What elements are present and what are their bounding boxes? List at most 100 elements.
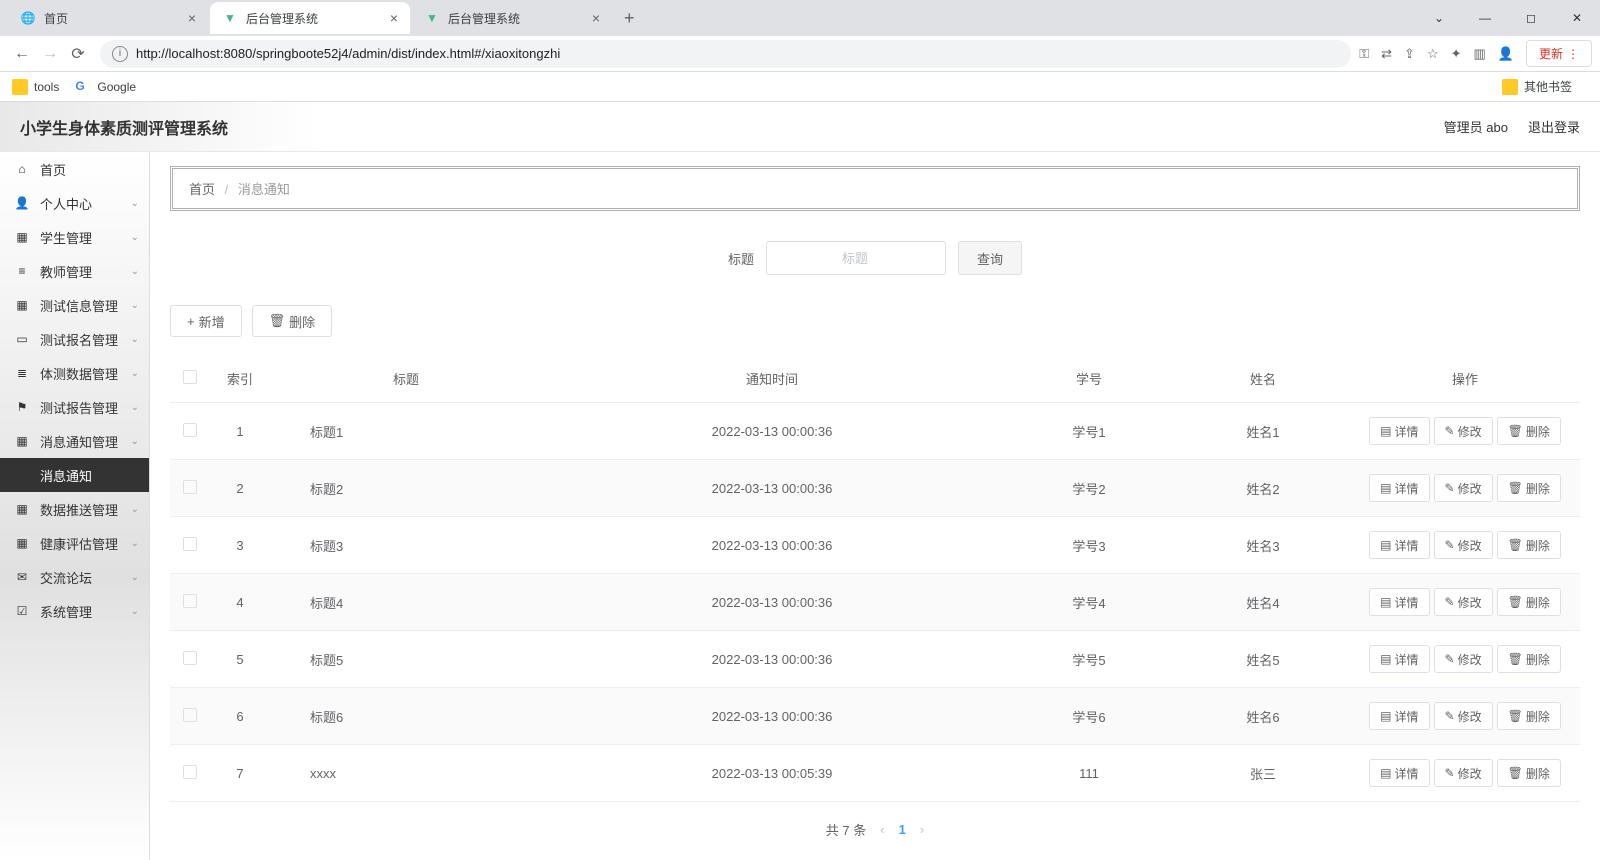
translate-icon[interactable]: ⇄ bbox=[1381, 46, 1392, 62]
cell-name: 姓名5 bbox=[1176, 631, 1350, 688]
edit-button[interactable]: ✎修改 bbox=[1434, 417, 1493, 445]
add-button[interactable]: +新增 bbox=[170, 305, 242, 337]
select-all-checkbox[interactable] bbox=[183, 370, 197, 384]
tab-admin-active[interactable]: ▼ 后台管理系统 × bbox=[210, 2, 410, 34]
search-input[interactable] bbox=[766, 241, 946, 275]
breadcrumb-home[interactable]: 首页 bbox=[189, 182, 215, 197]
row-delete-button[interactable]: 🗑删除 bbox=[1497, 588, 1561, 616]
key-icon[interactable]: ⚿ bbox=[1359, 46, 1369, 62]
detail-button[interactable]: ▤详情 bbox=[1369, 759, 1429, 787]
row-checkbox[interactable] bbox=[183, 594, 197, 608]
sidebar-item-9[interactable]: 消息通知 bbox=[0, 458, 149, 492]
close-icon[interactable]: × bbox=[188, 10, 196, 26]
panel-icon[interactable]: ▥ bbox=[1474, 46, 1486, 62]
chevron-down-icon: ⌄ bbox=[131, 334, 139, 345]
content: 首页 / 消息通知 标题 ⌕ 查询 +新增 🗑删除 bbox=[150, 152, 1600, 860]
cell-time: 2022-03-13 00:00:36 bbox=[542, 688, 1002, 745]
cell-name: 张三 bbox=[1176, 745, 1350, 802]
reload-button[interactable]: ⟳ bbox=[64, 40, 92, 68]
update-button[interactable]: 更新 ⋮ bbox=[1526, 40, 1592, 67]
back-button[interactable]: ← bbox=[8, 40, 36, 68]
tab-admin-2[interactable]: ▼ 后台管理系统 × bbox=[412, 2, 612, 34]
detail-button[interactable]: ▤详情 bbox=[1369, 417, 1429, 445]
sidebar-item-11[interactable]: ▦健康评估管理⌄ bbox=[0, 526, 149, 560]
row-checkbox[interactable] bbox=[183, 423, 197, 437]
edit-button[interactable]: ✎修改 bbox=[1434, 759, 1493, 787]
dropdown-icon[interactable]: ⌄ bbox=[1416, 0, 1462, 36]
col-actions: 操作 bbox=[1350, 355, 1580, 403]
cell-name: 姓名3 bbox=[1176, 517, 1350, 574]
detail-button[interactable]: ▤详情 bbox=[1369, 588, 1429, 616]
edit-button[interactable]: ✎修改 bbox=[1434, 702, 1493, 730]
row-delete-button[interactable]: 🗑删除 bbox=[1497, 759, 1561, 787]
page-current[interactable]: 1 bbox=[899, 822, 906, 837]
app: 小学生身体素质测评管理系统 管理员 abo 退出登录 ⌂首页👤个人中心⌄▦学生管… bbox=[0, 102, 1600, 860]
logout-link[interactable]: 退出登录 bbox=[1528, 117, 1580, 136]
bookmark-google[interactable]: G Google bbox=[75, 79, 136, 95]
share-icon[interactable]: ⇪ bbox=[1404, 46, 1415, 62]
sidebar-item-4[interactable]: ▦测试信息管理⌄ bbox=[0, 288, 149, 322]
detail-button[interactable]: ▤详情 bbox=[1369, 645, 1429, 673]
sidebar-item-6[interactable]: ≣体测数据管理⌄ bbox=[0, 356, 149, 390]
trash-icon: 🗑 bbox=[1508, 538, 1523, 552]
row-checkbox[interactable] bbox=[183, 708, 197, 722]
sidebar-item-13[interactable]: ☑系统管理⌄ bbox=[0, 594, 149, 628]
bookmark-tools[interactable]: tools bbox=[12, 79, 59, 95]
edit-button[interactable]: ✎修改 bbox=[1434, 531, 1493, 559]
tab-home[interactable]: 🌐 首页 × bbox=[8, 2, 208, 34]
edit-icon: ✎ bbox=[1445, 709, 1455, 723]
bookmark-label: tools bbox=[34, 80, 59, 94]
cell-index: 2 bbox=[210, 460, 270, 517]
sidebar-item-5[interactable]: ▭测试报名管理⌄ bbox=[0, 322, 149, 356]
star-icon[interactable]: ☆ bbox=[1427, 46, 1439, 62]
sidebar-item-10[interactable]: ▦数据推送管理⌄ bbox=[0, 492, 149, 526]
maximize-button[interactable]: ◻ bbox=[1508, 0, 1554, 36]
cell-name: 姓名4 bbox=[1176, 574, 1350, 631]
sidebar-item-7[interactable]: ⚑测试报告管理⌄ bbox=[0, 390, 149, 424]
row-checkbox[interactable] bbox=[183, 537, 197, 551]
edit-button[interactable]: ✎修改 bbox=[1434, 474, 1493, 502]
detail-button[interactable]: ▤详情 bbox=[1369, 702, 1429, 730]
new-tab-button[interactable]: + bbox=[614, 4, 645, 33]
row-delete-button[interactable]: 🗑删除 bbox=[1497, 417, 1561, 445]
delete-button[interactable]: 🗑删除 bbox=[252, 305, 333, 337]
row-checkbox[interactable] bbox=[183, 765, 197, 779]
edit-button[interactable]: ✎修改 bbox=[1434, 588, 1493, 616]
close-icon[interactable]: × bbox=[592, 10, 600, 26]
site-info-icon[interactable]: i bbox=[112, 46, 128, 62]
close-icon[interactable]: × bbox=[390, 10, 398, 26]
cell-sid: 111 bbox=[1002, 745, 1176, 802]
sidebar-item-12[interactable]: ✉交流论坛⌄ bbox=[0, 560, 149, 594]
sidebar-item-3[interactable]: ≡教师管理⌄ bbox=[0, 254, 149, 288]
sidebar-item-label: 交流论坛 bbox=[40, 568, 92, 587]
sidebar-item-2[interactable]: ▦学生管理⌄ bbox=[0, 220, 149, 254]
sidebar-item-0[interactable]: ⌂首页 bbox=[0, 152, 149, 186]
row-delete-button[interactable]: 🗑删除 bbox=[1497, 531, 1561, 559]
other-bookmarks[interactable]: 其他书签 bbox=[1502, 78, 1572, 95]
page-next[interactable]: › bbox=[920, 822, 924, 837]
edit-button[interactable]: ✎修改 bbox=[1434, 645, 1493, 673]
detail-button[interactable]: ▤详情 bbox=[1369, 531, 1429, 559]
row-checkbox[interactable] bbox=[183, 480, 197, 494]
chevron-down-icon: ⌄ bbox=[131, 300, 139, 311]
row-checkbox[interactable] bbox=[183, 651, 197, 665]
forward-button[interactable]: → bbox=[36, 40, 64, 68]
search-button[interactable]: 查询 bbox=[958, 241, 1022, 275]
extensions-icon[interactable]: ✦ bbox=[1451, 46, 1462, 62]
table-row: 4标题42022-03-13 00:00:36学号4姓名4▤详情✎修改🗑删除 bbox=[170, 574, 1580, 631]
minimize-button[interactable]: — bbox=[1462, 0, 1508, 36]
row-delete-button[interactable]: 🗑删除 bbox=[1497, 702, 1561, 730]
detail-button[interactable]: ▤详情 bbox=[1369, 474, 1429, 502]
user-label[interactable]: 管理员 abo bbox=[1444, 117, 1508, 136]
profile-icon[interactable]: 👤 bbox=[1498, 46, 1514, 62]
close-window-button[interactable]: ✕ bbox=[1554, 0, 1600, 36]
row-delete-button[interactable]: 🗑删除 bbox=[1497, 474, 1561, 502]
url-input[interactable]: i http://localhost:8080/springboote52j4/… bbox=[100, 40, 1351, 68]
row-delete-button[interactable]: 🗑删除 bbox=[1497, 645, 1561, 673]
sidebar-item-1[interactable]: 👤个人中心⌄ bbox=[0, 186, 149, 220]
sidebar-item-label: 首页 bbox=[40, 160, 66, 179]
table-row: 1标题12022-03-13 00:00:36学号1姓名1▤详情✎修改🗑删除 bbox=[170, 403, 1580, 460]
cell-time: 2022-03-13 00:00:36 bbox=[542, 460, 1002, 517]
page-prev[interactable]: ‹ bbox=[880, 822, 884, 837]
sidebar-item-8[interactable]: ▦消息通知管理⌄ bbox=[0, 424, 149, 458]
